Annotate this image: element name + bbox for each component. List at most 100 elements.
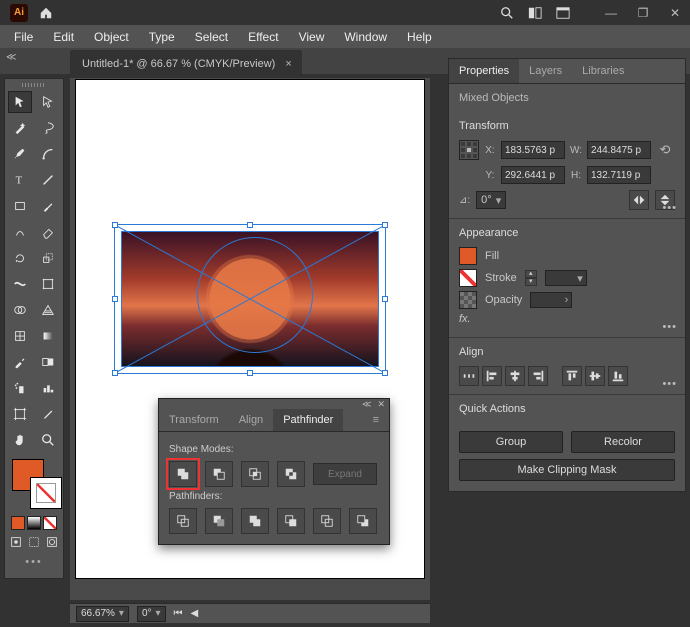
tool-gradient[interactable] xyxy=(36,325,60,347)
rotate-view-dropdown[interactable]: 0°▾ xyxy=(137,606,166,622)
align-bottom[interactable] xyxy=(608,366,628,386)
handle-mr[interactable] xyxy=(382,296,388,302)
pathfinder-minus-back[interactable] xyxy=(349,508,377,534)
tool-width[interactable] xyxy=(8,273,32,295)
menu-file[interactable]: File xyxy=(6,28,41,46)
window-close[interactable]: ✕ xyxy=(664,6,686,20)
pathfinder-merge[interactable] xyxy=(241,508,269,534)
shapemode-exclude[interactable] xyxy=(277,461,305,487)
fill-stroke-swatches[interactable] xyxy=(8,459,60,514)
tool-direct-selection[interactable] xyxy=(36,91,60,113)
pathfinder-crop[interactable] xyxy=(277,508,305,534)
color-mode-gradient[interactable] xyxy=(27,516,41,530)
shapemode-minus-front[interactable] xyxy=(205,461,233,487)
menu-object[interactable]: Object xyxy=(86,28,137,46)
handle-tm[interactable] xyxy=(247,222,253,228)
appearance-opacity-swatch[interactable] xyxy=(459,291,477,309)
qa-recolor[interactable]: Recolor xyxy=(571,431,675,453)
tool-hand[interactable] xyxy=(8,429,32,451)
window-minimize[interactable]: — xyxy=(600,6,622,20)
menu-view[interactable]: View xyxy=(291,28,333,46)
arrange-documents-button[interactable] xyxy=(526,5,544,21)
h-input[interactable]: 132.7119 p xyxy=(587,166,651,184)
align-right[interactable] xyxy=(528,366,548,386)
opacity-dropdown[interactable]: › xyxy=(530,292,572,308)
menu-type[interactable]: Type xyxy=(141,28,183,46)
handle-bl[interactable] xyxy=(112,370,118,376)
tool-selection[interactable] xyxy=(8,91,32,113)
tool-line[interactable] xyxy=(36,169,60,191)
panel-collapse-left[interactable]: ≪ xyxy=(6,52,16,63)
tool-shaper[interactable] xyxy=(8,221,32,243)
appearance-fill-swatch[interactable] xyxy=(459,247,477,265)
shapemode-intersect[interactable] xyxy=(241,461,269,487)
tool-rotate[interactable] xyxy=(8,247,32,269)
panel-collapse-icon[interactable]: ≪ xyxy=(362,399,371,410)
selection-bounds[interactable] xyxy=(114,224,386,374)
x-input[interactable]: 183.5763 p xyxy=(501,141,565,159)
tool-scale[interactable] xyxy=(36,247,60,269)
align-left[interactable] xyxy=(482,366,502,386)
w-input[interactable]: 244.8475 p xyxy=(587,141,651,159)
edit-toolbar[interactable]: ••• xyxy=(8,556,60,568)
shapemode-expand[interactable]: Expand xyxy=(313,463,377,485)
constrain-proportions[interactable]: ⟲ xyxy=(655,142,675,158)
tool-paintbrush[interactable] xyxy=(36,195,60,217)
artboard-nav-first[interactable]: ⏮ xyxy=(174,608,183,619)
align-h-center[interactable] xyxy=(505,366,525,386)
stroke-weight-dropdown[interactable]: ▾ xyxy=(545,270,587,286)
tab-layers[interactable]: Layers xyxy=(519,59,572,83)
tool-lasso[interactable] xyxy=(36,117,60,139)
menu-window[interactable]: Window xyxy=(336,28,395,46)
handle-br[interactable] xyxy=(382,370,388,376)
stroke-swatch[interactable] xyxy=(30,477,62,509)
handle-bm[interactable] xyxy=(247,370,253,376)
align-more[interactable]: ••• xyxy=(662,378,677,390)
draw-inside[interactable] xyxy=(44,534,60,550)
document-tab[interactable]: Untitled-1* @ 66.67 % (CMYK/Preview) × xyxy=(70,50,302,74)
document-tab-close[interactable]: × xyxy=(285,58,291,70)
panel-menu[interactable]: ≡ xyxy=(363,409,389,431)
window-restore[interactable]: ❐ xyxy=(632,6,654,20)
reference-point[interactable] xyxy=(459,140,479,160)
handle-tl[interactable] xyxy=(112,222,118,228)
tool-free-transform[interactable] xyxy=(36,273,60,295)
pathfinder-panel[interactable]: ≪ ✕ Transform Align Pathfinder ≡ Shape M… xyxy=(158,398,390,545)
workspace-button[interactable] xyxy=(554,5,572,21)
shapemode-unite[interactable] xyxy=(169,461,197,487)
panel-tab-pathfinder[interactable]: Pathfinder xyxy=(273,409,343,431)
tool-pen[interactable] xyxy=(8,143,32,165)
tool-artboard[interactable] xyxy=(8,403,32,425)
tool-zoom[interactable] xyxy=(36,429,60,451)
panel-close-icon[interactable]: ✕ xyxy=(377,399,385,410)
rotate-input[interactable]: 0°▾ xyxy=(476,191,506,209)
search-button[interactable] xyxy=(498,5,516,21)
home-button[interactable] xyxy=(34,3,58,23)
tool-perspective[interactable] xyxy=(36,299,60,321)
fx-label[interactable]: fx. xyxy=(459,313,471,325)
align-v-center[interactable] xyxy=(585,366,605,386)
qa-group[interactable]: Group xyxy=(459,431,563,453)
appearance-more[interactable]: ••• xyxy=(662,321,677,333)
tab-libraries[interactable]: Libraries xyxy=(572,59,634,83)
menu-edit[interactable]: Edit xyxy=(45,28,82,46)
tool-magic-wand[interactable] xyxy=(8,117,32,139)
handle-tr[interactable] xyxy=(382,222,388,228)
tool-curvature[interactable] xyxy=(36,143,60,165)
tool-rectangle[interactable] xyxy=(8,195,32,217)
tool-eraser[interactable] xyxy=(36,221,60,243)
draw-behind[interactable] xyxy=(26,534,42,550)
panel-tab-align[interactable]: Align xyxy=(229,409,273,431)
color-mode-solid[interactable] xyxy=(11,516,25,530)
appearance-stroke-swatch[interactable] xyxy=(459,269,477,287)
tool-eyedropper[interactable] xyxy=(8,351,32,373)
tab-properties[interactable]: Properties xyxy=(449,59,519,83)
artboard-nav-prev[interactable]: ◀ xyxy=(191,608,199,619)
menu-select[interactable]: Select xyxy=(187,28,236,46)
handle-ml[interactable] xyxy=(112,296,118,302)
pathfinder-trim[interactable] xyxy=(205,508,233,534)
tool-mesh[interactable] xyxy=(8,325,32,347)
color-mode-none[interactable] xyxy=(43,516,57,530)
align-distribute[interactable] xyxy=(459,366,479,386)
tool-shape-builder[interactable] xyxy=(8,299,32,321)
